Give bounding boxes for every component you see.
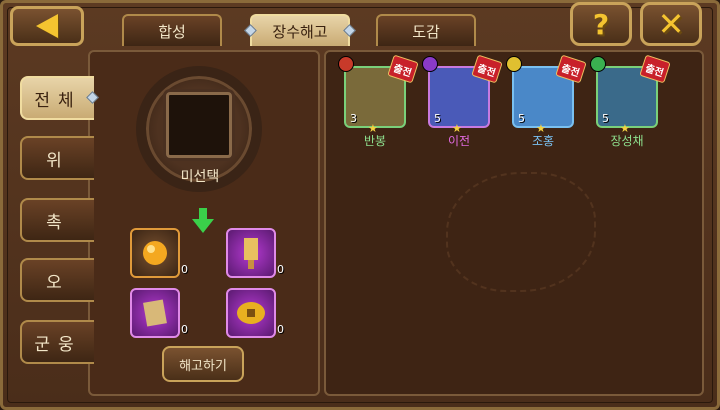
question-icon: ? (592, 7, 610, 41)
item-parchment[interactable]: 0 (130, 288, 188, 338)
parchment-icon (143, 299, 167, 327)
hero-level: 3 (350, 112, 357, 125)
side-tab-wu[interactable]: 오 (20, 258, 94, 302)
help-button[interactable]: ? (570, 2, 632, 46)
side-tab-warlords[interactable]: 군웅 (20, 320, 94, 364)
strategist-class-icon (590, 56, 606, 72)
side-tab-label: 촉 (46, 212, 70, 233)
side-tab-label: 위 (46, 150, 70, 171)
hero-name: 이전 (447, 134, 471, 148)
hero-name: 반봉 (363, 134, 387, 148)
close-button[interactable]: ✕ (640, 2, 702, 46)
hero-name: 조홍 (531, 134, 555, 148)
arrow-down-icon (192, 208, 214, 233)
back-button[interactable] (10, 6, 84, 46)
tab-label: 도감 (412, 22, 440, 41)
hero-slot[interactable] (166, 92, 232, 158)
slot-status-label: 미선택 (180, 169, 220, 185)
tab-synthesis[interactable]: 합성 (122, 14, 222, 46)
hero-level: 5 (518, 112, 525, 125)
item-count: 0 (181, 323, 188, 336)
hero-card[interactable]: 출전 3 ★ 반봉 (336, 54, 419, 152)
gold-coin-icon (237, 302, 265, 324)
side-tab-label: 군웅 (34, 334, 82, 355)
hero-level: 5 (434, 112, 441, 125)
item-count: 0 (277, 263, 284, 276)
item-count: 0 (181, 263, 188, 276)
side-tab-label: 오 (46, 272, 70, 293)
shield-class-icon (506, 56, 522, 72)
tab-encyclopedia[interactable]: 도감 (376, 14, 476, 46)
dismiss-button[interactable]: 해고하기 (162, 346, 244, 382)
sword-class-icon (338, 56, 354, 72)
tab-dismiss-hero[interactable]: 장수해고 (244, 14, 356, 46)
dismiss-button-label: 해고하기 (179, 358, 227, 374)
item-purple-scroll[interactable]: 0 (226, 228, 284, 278)
hero-card[interactable]: 출전 5 ★ 이전 (420, 54, 503, 152)
side-tab-wei[interactable]: 위 (20, 136, 94, 180)
hero-name: 장성채 (610, 134, 644, 148)
side-tab-shu[interactable]: 촉 (20, 198, 94, 242)
hero-card[interactable]: 출전 5 ★ 장성채 (588, 54, 671, 152)
hero-level: 5 (602, 112, 609, 125)
scroll-icon (244, 238, 258, 269)
item-gold-coin[interactable]: 0 (226, 288, 284, 338)
item-count: 0 (277, 323, 284, 336)
map-decoration (446, 172, 596, 292)
tab-label: 장수해고 (272, 22, 328, 41)
side-tab-label: 전체 (34, 90, 82, 111)
back-arrow-icon (36, 14, 58, 38)
hero-card[interactable]: 출전 5 ★ 조홍 (504, 54, 587, 152)
bow-class-icon (422, 56, 438, 72)
close-icon: ✕ (657, 5, 685, 43)
tab-label: 합성 (158, 22, 186, 41)
side-tab-all[interactable]: 전체 (20, 76, 94, 120)
item-gold-orb[interactable]: 0 (130, 228, 188, 278)
gold-orb-icon (143, 241, 167, 265)
